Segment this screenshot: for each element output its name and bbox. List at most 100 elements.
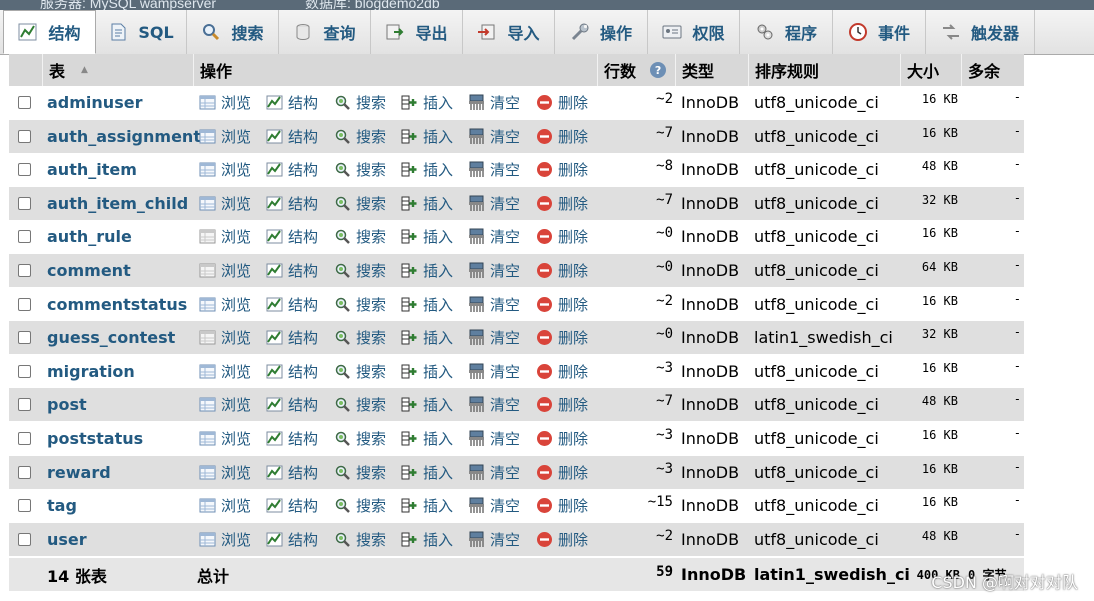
table-name-link[interactable]: auth_item_child xyxy=(47,194,188,213)
action-browse-link[interactable]: 浏览 xyxy=(199,361,251,382)
action-drop-link[interactable]: 删除 xyxy=(536,462,588,483)
header-size[interactable]: 大小 xyxy=(900,54,961,86)
breadcrumb-database[interactable]: 数据库: blogdemo2db xyxy=(305,0,440,10)
row-checkbox[interactable] xyxy=(18,163,31,177)
header-collation[interactable]: 排序规则 xyxy=(748,54,900,86)
action-empty-link[interactable]: 清空 xyxy=(468,394,520,415)
table-size-link[interactable]: 16 KB xyxy=(922,428,958,442)
header-type[interactable]: 类型 xyxy=(675,54,748,86)
action-search-link[interactable]: 搜索 xyxy=(334,529,386,550)
action-empty-link[interactable]: 清空 xyxy=(468,361,520,382)
action-drop-link[interactable]: 删除 xyxy=(536,428,588,449)
action-insert-link[interactable]: 插入 xyxy=(401,462,453,483)
action-structure-link[interactable]: 结构 xyxy=(266,260,318,281)
row-checkbox[interactable] xyxy=(18,196,31,210)
table-size-link[interactable]: 16 KB xyxy=(922,495,958,509)
action-structure-link[interactable]: 结构 xyxy=(266,126,318,147)
row-checkbox[interactable] xyxy=(18,129,31,143)
table-name-link[interactable]: user xyxy=(47,530,87,549)
table-name-link[interactable]: commentstatus xyxy=(47,295,187,314)
action-browse-link[interactable]: 浏览 xyxy=(199,462,251,483)
action-browse-link[interactable]: 浏览 xyxy=(199,92,251,113)
action-drop-link[interactable]: 删除 xyxy=(536,260,588,281)
action-insert-link[interactable]: 插入 xyxy=(401,428,453,449)
action-search-link[interactable]: 搜索 xyxy=(334,495,386,516)
action-insert-link[interactable]: 插入 xyxy=(401,394,453,415)
tab-routines[interactable]: 程序 xyxy=(740,10,833,54)
action-empty-link[interactable]: 清空 xyxy=(468,462,520,483)
action-browse-link[interactable]: 浏览 xyxy=(199,193,251,214)
tab-search[interactable]: 搜索 xyxy=(187,10,279,54)
action-structure-link[interactable]: 结构 xyxy=(266,92,318,113)
table-size-link[interactable]: 32 KB xyxy=(922,193,958,207)
tab-privileges[interactable]: 权限 xyxy=(648,10,740,54)
table-name-link[interactable]: comment xyxy=(47,261,131,280)
tab-sql[interactable]: SQL xyxy=(96,10,187,54)
action-browse-link[interactable]: 浏览 xyxy=(199,529,251,550)
tab-clock[interactable]: 事件 xyxy=(833,10,926,54)
action-structure-link[interactable]: 结构 xyxy=(266,294,318,315)
action-insert-link[interactable]: 插入 xyxy=(401,495,453,516)
header-rows[interactable]: 行数 ? xyxy=(597,54,675,86)
action-empty-link[interactable]: 清空 xyxy=(468,193,520,214)
table-name-link[interactable]: auth_rule xyxy=(47,227,132,246)
row-checkbox[interactable] xyxy=(18,364,31,378)
action-empty-link[interactable]: 清空 xyxy=(468,294,520,315)
table-name-link[interactable]: guess_contest xyxy=(47,328,175,347)
action-structure-link[interactable]: 结构 xyxy=(266,193,318,214)
action-insert-link[interactable]: 插入 xyxy=(401,193,453,214)
action-drop-link[interactable]: 删除 xyxy=(536,126,588,147)
action-search-link[interactable]: 搜索 xyxy=(334,159,386,180)
action-browse-link[interactable]: 浏览 xyxy=(199,394,251,415)
action-drop-link[interactable]: 删除 xyxy=(536,361,588,382)
action-search-link[interactable]: 搜索 xyxy=(334,327,386,348)
table-size-link[interactable]: 48 KB xyxy=(922,159,958,173)
table-name-link[interactable]: post xyxy=(47,395,87,414)
table-size-link[interactable]: 16 KB xyxy=(922,361,958,375)
action-insert-link[interactable]: 插入 xyxy=(401,294,453,315)
action-search-link[interactable]: 搜索 xyxy=(334,462,386,483)
header-table[interactable]: 表 ▲ xyxy=(42,54,193,86)
action-browse-link[interactable]: 浏览 xyxy=(199,260,251,281)
action-empty-link[interactable]: 清空 xyxy=(468,428,520,449)
row-checkbox[interactable] xyxy=(18,230,31,244)
action-structure-link[interactable]: 结构 xyxy=(266,159,318,180)
action-structure-link[interactable]: 结构 xyxy=(266,327,318,348)
action-search-link[interactable]: 搜索 xyxy=(334,394,386,415)
action-browse-link[interactable]: 浏览 xyxy=(199,327,251,348)
action-structure-link[interactable]: 结构 xyxy=(266,529,318,550)
action-insert-link[interactable]: 插入 xyxy=(401,126,453,147)
action-structure-link[interactable]: 结构 xyxy=(266,394,318,415)
action-search-link[interactable]: 搜索 xyxy=(334,92,386,113)
table-size-link[interactable]: 16 KB xyxy=(922,294,958,308)
table-size-link[interactable]: 32 KB xyxy=(922,327,958,341)
action-search-link[interactable]: 搜索 xyxy=(334,361,386,382)
table-name-link[interactable]: migration xyxy=(47,362,135,381)
action-drop-link[interactable]: 删除 xyxy=(536,226,588,247)
action-structure-link[interactable]: 结构 xyxy=(266,361,318,382)
action-insert-link[interactable]: 插入 xyxy=(401,327,453,348)
table-name-link[interactable]: reward xyxy=(47,463,111,482)
action-insert-link[interactable]: 插入 xyxy=(401,529,453,550)
tab-structure[interactable]: 结构 xyxy=(3,10,96,54)
table-name-link[interactable]: poststatus xyxy=(47,429,143,448)
action-search-link[interactable]: 搜索 xyxy=(334,226,386,247)
table-size-link[interactable]: 16 KB xyxy=(922,462,958,476)
action-browse-link[interactable]: 浏览 xyxy=(199,226,251,247)
action-structure-link[interactable]: 结构 xyxy=(266,495,318,516)
table-size-link[interactable]: 16 KB xyxy=(922,92,958,106)
action-search-link[interactable]: 搜索 xyxy=(334,193,386,214)
tab-triggers[interactable]: 触发器 xyxy=(926,10,1035,54)
action-empty-link[interactable]: 清空 xyxy=(468,126,520,147)
action-drop-link[interactable]: 删除 xyxy=(536,193,588,214)
action-browse-link[interactable]: 浏览 xyxy=(199,126,251,147)
tab-export[interactable]: 导出 xyxy=(371,10,463,54)
action-drop-link[interactable]: 删除 xyxy=(536,327,588,348)
action-empty-link[interactable]: 清空 xyxy=(468,226,520,247)
row-checkbox[interactable] xyxy=(18,297,31,311)
header-overhead[interactable]: 多余 xyxy=(961,54,1024,86)
action-drop-link[interactable]: 删除 xyxy=(536,394,588,415)
table-name-link[interactable]: auth_item xyxy=(47,160,137,179)
help-icon[interactable]: ? xyxy=(650,62,667,78)
action-drop-link[interactable]: 删除 xyxy=(536,159,588,180)
